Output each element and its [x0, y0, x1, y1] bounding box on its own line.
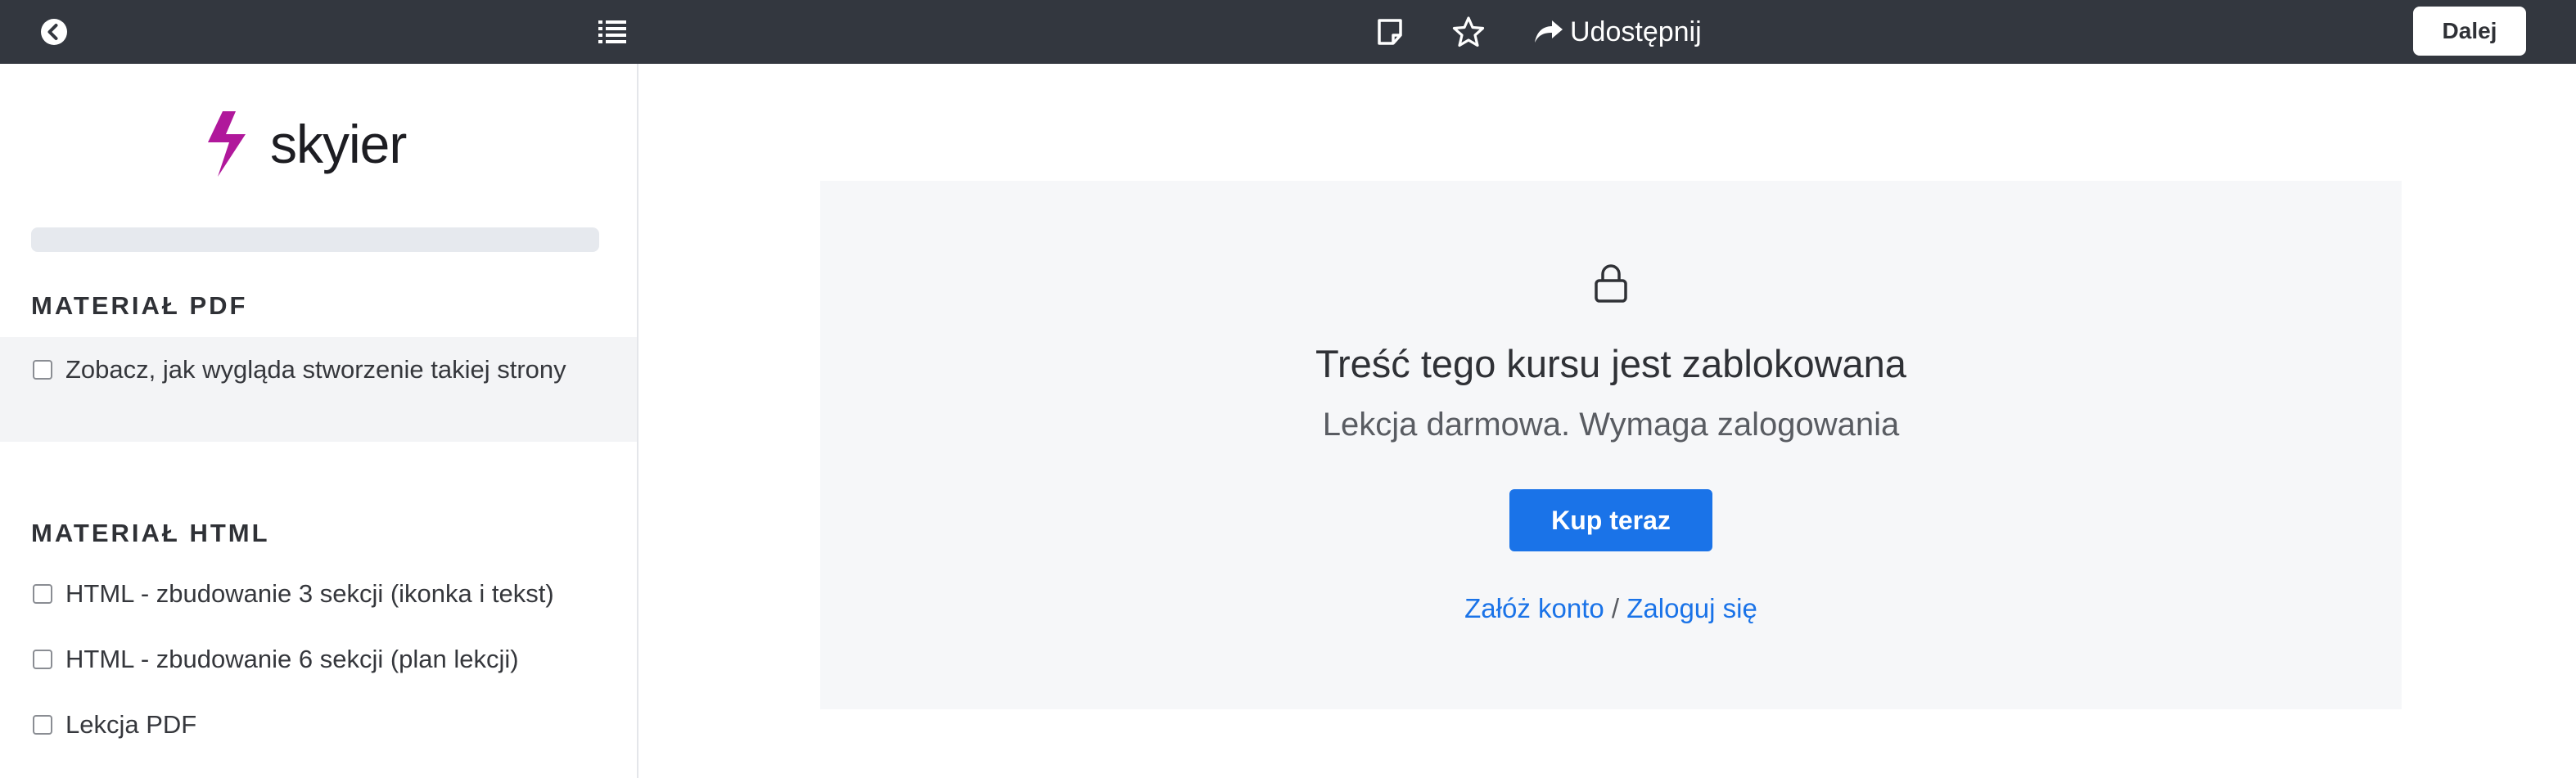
lesson-checkbox[interactable] [33, 584, 52, 604]
lightning-bolt-icon [208, 111, 246, 177]
lesson-label: HTML - zbudowanie 6 sekcji (plan lekcji) [65, 645, 519, 673]
back-button[interactable] [39, 17, 69, 47]
top-bar: Udostępnij Dalej [0, 0, 2576, 64]
list-icon [598, 20, 626, 43]
logo-text: skyier [270, 114, 407, 174]
next-button[interactable]: Dalej [2413, 7, 2526, 56]
lesson-checkbox[interactable] [33, 360, 52, 380]
star-outline-icon [1452, 16, 1485, 47]
lesson-label: Zobacz, jak wygląda stworzenie takiej st… [65, 355, 566, 384]
circle-chevron-left-icon [41, 19, 67, 45]
section-title-pdf: MATERIAŁ PDF [31, 291, 248, 320]
locked-title: Treść tego kursu jest zablokowana [1315, 342, 1906, 385]
lesson-list-button[interactable] [598, 18, 627, 46]
lesson-checkbox[interactable] [33, 650, 52, 669]
logo: skyier [205, 110, 407, 178]
locked-content-panel: Treść tego kursu jest zablokowana Lekcja… [820, 181, 2402, 709]
share-arrow-icon [1535, 20, 1563, 43]
course-sidebar: skyier MATERIAŁ PDF Zobacz, jak wygląda … [0, 64, 638, 778]
sticky-note-icon [1378, 19, 1402, 45]
buy-now-button[interactable]: Kup teraz [1509, 489, 1712, 551]
share-button[interactable]: Udostępnij [1534, 11, 1702, 52]
auth-links: Załóż konto / Zaloguj się [820, 593, 2402, 624]
notes-button[interactable] [1375, 17, 1405, 47]
lesson-item[interactable]: Zobacz, jak wygląda stworzenie takiej st… [0, 337, 637, 442]
lesson-checkbox[interactable] [33, 715, 52, 735]
lesson-label: Lekcja PDF [65, 710, 197, 739]
favorite-button[interactable] [1452, 16, 1485, 48]
section-title-html: MATERIAŁ HTML [31, 519, 270, 547]
lesson-item[interactable]: Lekcja PDF [0, 705, 637, 749]
auth-separator: / [1611, 593, 1620, 623]
lesson-item[interactable]: HTML - zbudowanie 3 sekcji (ikonka i tek… [0, 574, 637, 618]
lock-icon [1595, 264, 1627, 303]
lesson-item[interactable]: HTML - zbudowanie 6 sekcji (plan lekcji) [0, 640, 637, 684]
lesson-label: HTML - zbudowanie 3 sekcji (ikonka i tek… [65, 579, 554, 608]
login-link[interactable]: Zaloguj się [1626, 593, 1757, 623]
share-label: Udostępnij [1570, 16, 1702, 47]
locked-subtitle: Lekcja darmowa. Wymaga zalogowania [1322, 407, 1900, 443]
course-progress-bar [31, 227, 599, 252]
signup-link[interactable]: Załóż konto [1464, 593, 1604, 623]
